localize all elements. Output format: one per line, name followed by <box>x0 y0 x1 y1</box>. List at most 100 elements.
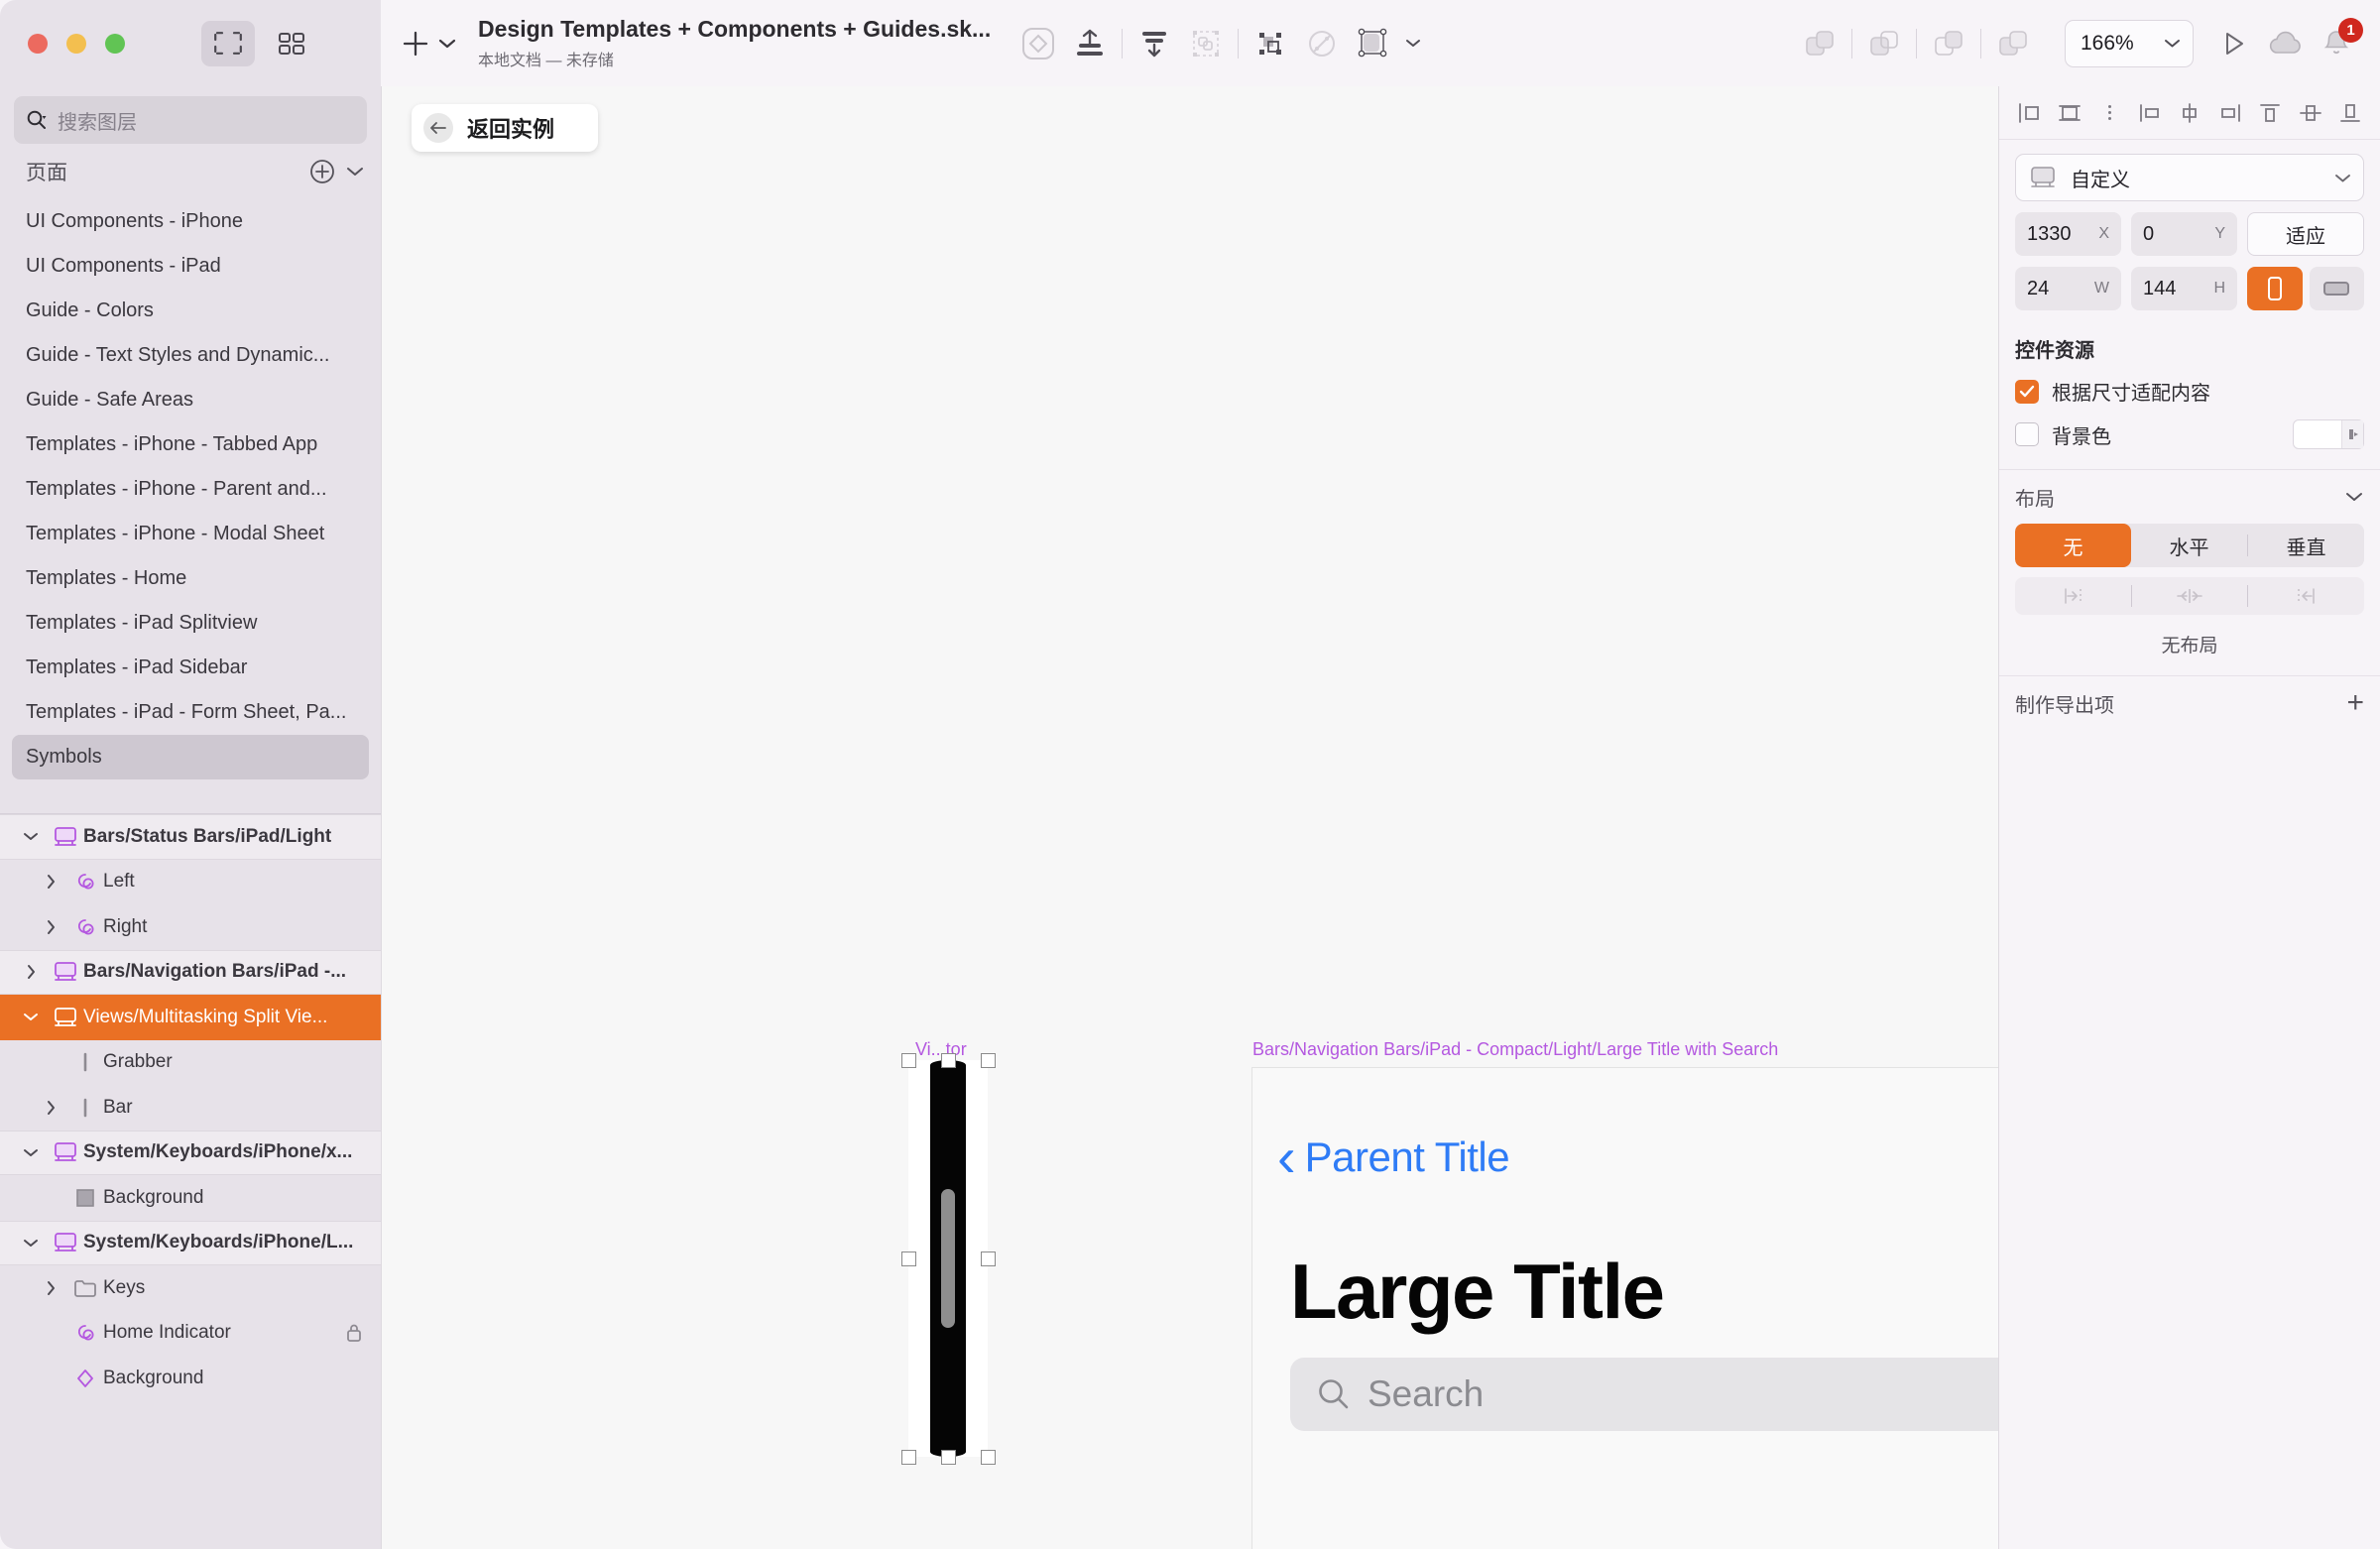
mask-button[interactable] <box>1296 18 1348 69</box>
send-backward-button[interactable] <box>1129 18 1180 69</box>
resize-handle-sw[interactable] <box>901 1450 916 1465</box>
zoom-button[interactable] <box>105 33 125 54</box>
layout-none-button[interactable]: 无 <box>2015 524 2131 567</box>
align-bottom-icon[interactable] <box>2336 100 2364 126</box>
height-field[interactable]: 144 H <box>2131 267 2237 310</box>
boolean-union-button[interactable] <box>1794 18 1845 69</box>
navbar-search-field[interactable]: Search <box>1290 1358 1998 1431</box>
boolean-subtract-button[interactable] <box>1858 18 1910 69</box>
resize-handle-n[interactable] <box>941 1053 956 1068</box>
disclosure-right-icon[interactable] <box>34 1280 67 1296</box>
disclosure-right-icon[interactable] <box>34 1100 67 1116</box>
notifications-button[interactable]: 1 <box>2311 17 2363 69</box>
y-field[interactable]: 0 Y <box>2131 212 2237 256</box>
page-item[interactable]: Templates - iPhone - Parent and... <box>12 467 369 512</box>
pin-center-button[interactable] <box>2132 577 2248 615</box>
x-field[interactable]: 1330 X <box>2015 212 2121 256</box>
layer-row[interactable]: Bar <box>0 1085 381 1131</box>
resize-handle-s[interactable] <box>941 1450 956 1465</box>
lock-icon[interactable] <box>345 1322 381 1344</box>
ungroup-button[interactable] <box>1245 18 1296 69</box>
more-icon[interactable] <box>2095 100 2123 126</box>
disclosure-right-icon[interactable] <box>34 919 67 935</box>
close-button[interactable] <box>28 33 48 54</box>
page-item[interactable]: Templates - Home <box>12 556 369 601</box>
add-page-icon[interactable] <box>309 159 335 184</box>
back-to-instance-button[interactable]: 返回实例 <box>412 104 599 152</box>
background-color-row[interactable]: 背景色 <box>2015 419 2364 449</box>
background-color-well[interactable] <box>2293 419 2364 449</box>
align-center-horizontal-icon[interactable] <box>2056 100 2083 126</box>
zoom-selector[interactable]: 166% <box>2065 19 2194 67</box>
layout-vertical-button[interactable]: 垂直 <box>2248 524 2364 567</box>
add-icon[interactable] <box>401 29 430 59</box>
disclosure-down-icon[interactable] <box>14 1238 48 1249</box>
distribute-right-icon[interactable] <box>2216 100 2244 126</box>
bring-forward-button[interactable] <box>1064 18 1116 69</box>
group-button[interactable] <box>1180 18 1232 69</box>
chevron-down-icon[interactable] <box>438 38 456 50</box>
layer-row[interactable]: Bars/Navigation Bars/iPad -... <box>0 949 381 995</box>
disclosure-down-icon[interactable] <box>14 831 48 842</box>
layout-horizontal-button[interactable]: 水平 <box>2131 524 2247 567</box>
layout-section-header[interactable]: 布局 <box>1999 470 2380 524</box>
layer-row[interactable]: Home Indicator <box>0 1310 381 1356</box>
align-top-icon[interactable] <box>2256 100 2284 126</box>
align-left-icon[interactable] <box>2015 100 2043 126</box>
layer-row[interactable]: Left <box>0 859 381 904</box>
symbol-tool-button[interactable] <box>1012 18 1064 69</box>
orientation-portrait-button[interactable] <box>2247 267 2303 310</box>
disclosure-right-icon[interactable] <box>34 874 67 890</box>
canvas[interactable]: 返回实例 Vi...tor Bars/Navigation Bars/iPad … <box>381 86 1999 1549</box>
pages-collapse-icon[interactable] <box>345 166 365 179</box>
disclosure-down-icon[interactable] <box>14 1147 48 1158</box>
grabber-artboard[interactable] <box>901 1053 996 1465</box>
width-field[interactable]: 24 W <box>2015 267 2121 310</box>
page-item[interactable]: Symbols <box>12 735 369 779</box>
layer-row[interactable]: Background <box>0 1175 381 1221</box>
adapt-content-row[interactable]: 根据尺寸适配内容 <box>2015 377 2364 406</box>
navbar-artboard[interactable]: ‹ Parent Title + Large Title Search <box>1251 1067 1998 1549</box>
boolean-intersect-button[interactable] <box>1923 18 1974 69</box>
page-item[interactable]: Guide - Safe Areas <box>12 378 369 422</box>
resize-handle-ne[interactable] <box>981 1053 996 1068</box>
disclosure-right-icon[interactable] <box>14 964 48 980</box>
layer-row[interactable]: System/Keyboards/iPhone/x... <box>0 1130 381 1175</box>
transform-button[interactable] <box>1348 18 1399 69</box>
layer-row[interactable]: System/Keyboards/iPhone/L... <box>0 1220 381 1265</box>
add-export-icon[interactable]: + <box>2346 688 2364 718</box>
page-item[interactable]: Templates - iPhone - Modal Sheet <box>12 512 369 556</box>
resize-handle-w[interactable] <box>901 1251 916 1266</box>
page-item[interactable]: Templates - iPad Sidebar <box>12 646 369 690</box>
minimize-button[interactable] <box>66 33 86 54</box>
orientation-landscape-button[interactable] <box>2309 267 2364 310</box>
grid-view-button[interactable] <box>265 21 318 66</box>
boolean-difference-button[interactable] <box>1987 18 2039 69</box>
layer-row[interactable]: Grabber <box>0 1039 381 1085</box>
pin-left-button[interactable] <box>2015 577 2131 615</box>
chevron-down-icon[interactable] <box>2344 491 2364 504</box>
page-item[interactable]: Templates - iPad Splitview <box>12 601 369 646</box>
artboard-preset-select[interactable]: 自定义 <box>2015 154 2364 201</box>
layer-row[interactable]: Keys <box>0 1265 381 1311</box>
resize-handle-se[interactable] <box>981 1450 996 1465</box>
distribute-center-icon[interactable] <box>2176 100 2203 126</box>
layer-list[interactable]: Bars/Status Bars/iPad/Light Left Right Bars… <box>0 813 381 1549</box>
distribute-left-icon[interactable] <box>2136 100 2164 126</box>
transform-chevron-icon[interactable] <box>1399 18 1427 69</box>
layer-row[interactable]: Right <box>0 904 381 950</box>
navbar-back-button[interactable]: ‹ Parent Title <box>1277 1130 1510 1185</box>
background-color-checkbox[interactable] <box>2015 422 2039 446</box>
resize-handle-e[interactable] <box>981 1251 996 1266</box>
page-item[interactable]: Templates - iPhone - Tabbed App <box>12 422 369 467</box>
page-item[interactable]: UI Components - iPad <box>12 244 369 289</box>
resize-handle-nw[interactable] <box>901 1053 916 1068</box>
page-item[interactable]: UI Components - iPhone <box>12 199 369 244</box>
layer-row[interactable]: Background <box>0 1356 381 1401</box>
search-layers-input[interactable]: 搜索图层 <box>14 96 367 144</box>
adapt-content-checkbox[interactable] <box>2015 379 2039 404</box>
cloud-button[interactable] <box>2259 18 2311 69</box>
align-middle-icon[interactable] <box>2297 100 2324 126</box>
pin-right-button[interactable] <box>2248 577 2364 615</box>
layer-row[interactable]: Bars/Status Bars/iPad/Light <box>0 814 381 860</box>
